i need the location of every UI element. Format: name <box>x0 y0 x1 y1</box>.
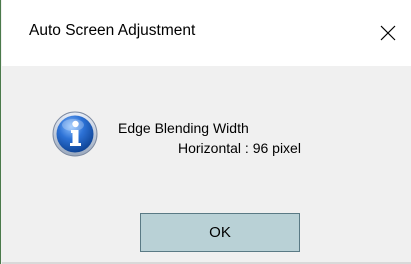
message-line-2: Horizontal : 96 pixel <box>178 140 301 156</box>
close-button[interactable] <box>365 0 411 66</box>
message-line-1: Edge Blending Width <box>118 120 249 136</box>
ok-button[interactable]: OK <box>140 213 300 252</box>
close-icon <box>380 25 396 41</box>
window-title: Auto Screen Adjustment <box>29 22 196 39</box>
title-bar[interactable]: Auto Screen Adjustment <box>2 0 411 66</box>
dialog-window: Auto Screen Adjustment Edge Blending Wid… <box>0 0 411 264</box>
message-text: Edge Blending Width Horizontal : 96 pixe… <box>118 118 301 158</box>
info-icon <box>52 111 98 157</box>
dialog-body: Edge Blending Width Horizontal : 96 pixe… <box>2 66 411 264</box>
